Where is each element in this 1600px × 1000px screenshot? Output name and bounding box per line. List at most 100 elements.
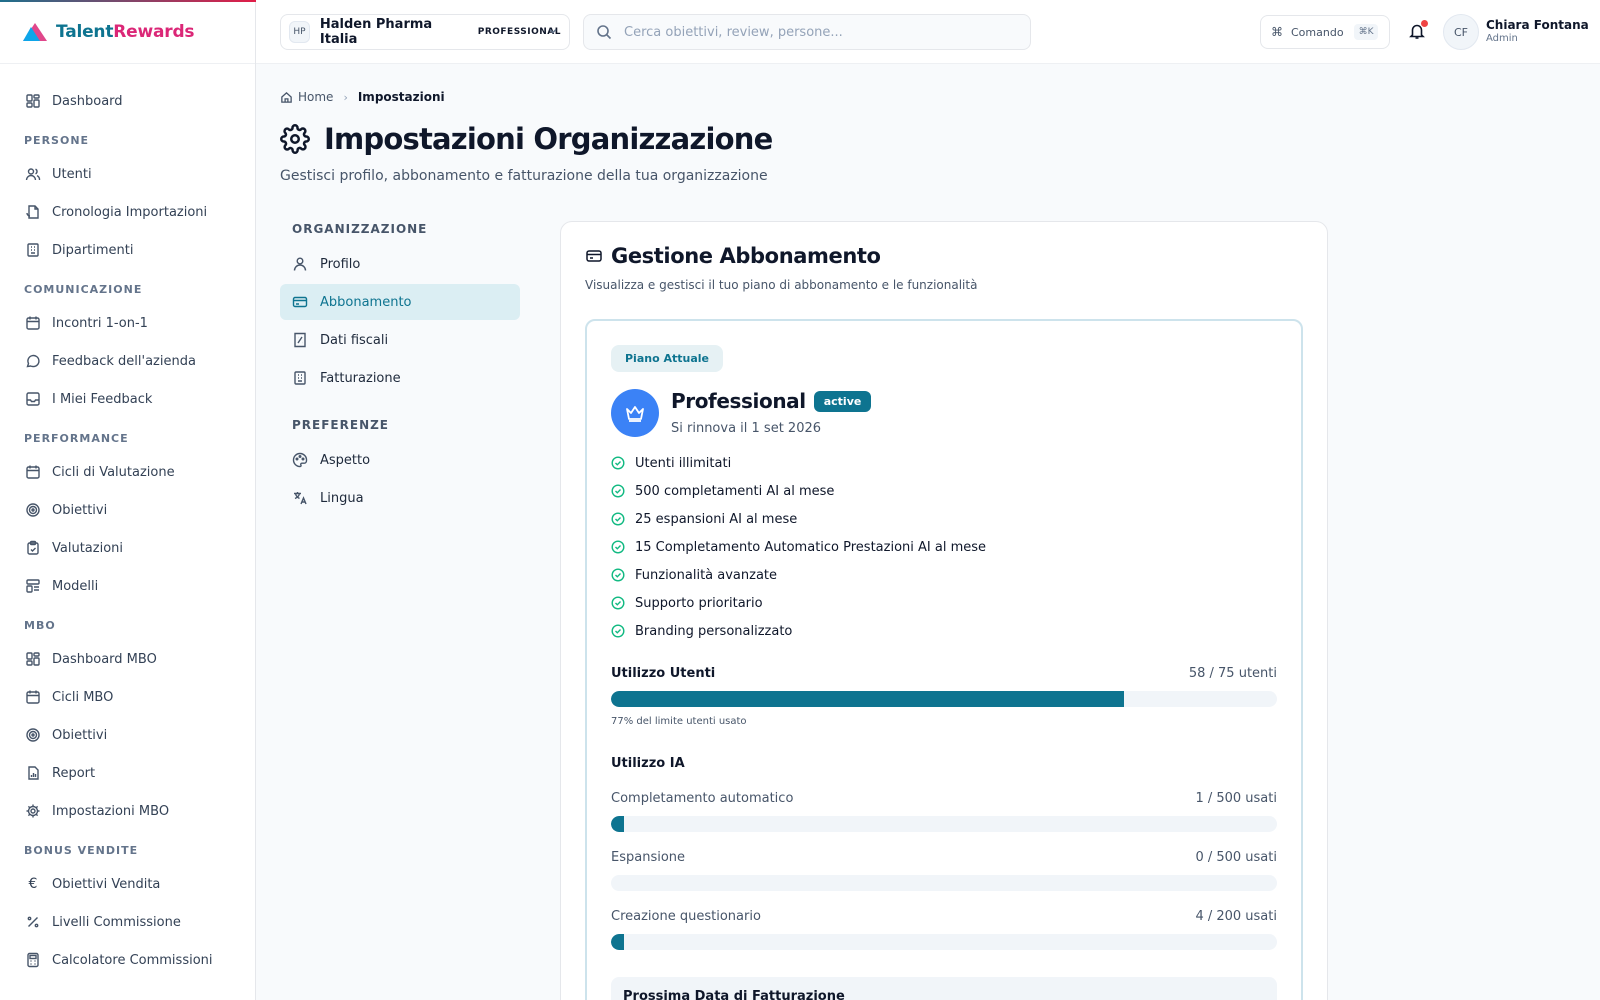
settings-tab-label: Abbonamento: [320, 294, 412, 310]
sidebar-item-impostazioni-mbo[interactable]: Impostazioni MBO: [0, 792, 255, 830]
check-circle-icon: [611, 596, 625, 610]
search-input[interactable]: [624, 24, 1004, 40]
sidebar-item-dashboard[interactable]: Dashboard: [0, 82, 255, 120]
feature-label: Funzionalità avanzate: [635, 567, 778, 583]
sidebar-item-label: Feedback dell'azienda: [52, 353, 196, 369]
calendar-icon: [24, 314, 42, 332]
settings-tab-fatturazione[interactable]: Fatturazione: [280, 360, 520, 396]
command-icon: ⌘: [1271, 25, 1283, 39]
brand-logo[interactable]: Talent Rewards: [0, 0, 255, 64]
credit-card-icon: [292, 294, 308, 310]
feature-label: 15 Completamento Automatico Prestazioni …: [635, 539, 987, 555]
sidebar-section-comunicazione: COMUNICAZIONE: [24, 283, 143, 296]
settings-nav: ORGANIZZAZIONE Profilo Abbonamento Dati fi…: [280, 222, 520, 518]
plan-name: Professional: [671, 389, 806, 413]
user-usage-note: 77% del limite utenti usato: [611, 716, 747, 727]
command-label: Comando: [1291, 25, 1344, 39]
breadcrumb-home[interactable]: Home: [298, 90, 333, 104]
user-menu[interactable]: Chiara Fontana Admin: [1486, 18, 1589, 44]
settings-tab-label: Profilo: [320, 256, 361, 272]
org-name: Halden Pharma Italia: [319, 17, 433, 47]
report-icon: [24, 764, 42, 782]
sidebar-item-label: Modelli: [52, 578, 99, 594]
ai-usage-bar-fill: [611, 816, 625, 832]
sidebar-item-label: Dashboard MBO: [52, 651, 157, 667]
settings-tab-abbonamento[interactable]: Abbonamento: [280, 284, 520, 320]
sidebar-item-cicli-mbo[interactable]: Cicli MBO: [0, 678, 255, 716]
ai-usage-heading: Utilizzo IA: [611, 756, 685, 771]
command-button[interactable]: ⌘ Comando ⌘K: [1260, 15, 1390, 49]
sidebar-item-livelli-commissione[interactable]: Livelli Commissione: [0, 903, 255, 941]
feature-item: Funzionalità avanzate: [611, 561, 986, 589]
brand-name-part2: Rewards: [113, 21, 195, 42]
file-history-icon: [24, 203, 42, 221]
language-icon: [292, 490, 308, 506]
sidebar-item-label: Dipartimenti: [52, 242, 134, 258]
sidebar-item-i-miei-feedback[interactable]: I Miei Feedback: [0, 380, 255, 418]
search-bar[interactable]: [583, 14, 1031, 50]
settings-tab-aspetto[interactable]: Aspetto: [280, 442, 520, 478]
clipboard-check-icon: [24, 539, 42, 557]
page-title-text: Impostazioni Organizzazione: [324, 122, 773, 156]
sidebar-item-label: Incontri 1-on-1: [52, 315, 148, 331]
user-icon: [292, 256, 308, 272]
feature-label: Supporto prioritario: [635, 595, 763, 611]
chevron-down-icon: [549, 28, 557, 34]
sidebar-item-dipartimenti[interactable]: Dipartimenti: [0, 231, 255, 269]
sidebar-item-valutazioni[interactable]: Valutazioni: [0, 529, 255, 567]
palette-icon: [292, 452, 308, 468]
sidebar-item-calcolatore-commissioni[interactable]: Calcolatore Commissioni: [0, 941, 255, 979]
sidebar-section-persone: PERSONE: [24, 134, 90, 147]
settings-tab-lingua[interactable]: Lingua: [280, 480, 520, 516]
settings-tab-label: Aspetto: [320, 452, 371, 468]
settings-tab-dati-fiscali[interactable]: Dati fiscali: [280, 322, 520, 358]
home-icon: [281, 91, 292, 103]
building-icon: [292, 370, 308, 386]
receipt-icon: [292, 332, 308, 348]
ai-usage-row: Espansione 0 / 500 usati: [611, 850, 1277, 865]
crown-icon: [626, 406, 644, 422]
sidebar-item-incontri-1-on-1[interactable]: Incontri 1-on-1: [0, 304, 255, 342]
user-usage-value: 58 / 75 utenti: [1188, 666, 1277, 681]
logo-icon: [23, 22, 47, 41]
settings-tab-profilo[interactable]: Profilo: [280, 246, 520, 282]
check-circle-icon: [611, 484, 625, 498]
users-icon: [24, 165, 42, 183]
sidebar-item-report[interactable]: Report: [0, 754, 255, 792]
breadcrumb-separator-icon: ›: [343, 90, 348, 104]
ai-usage-value: 0 / 500 usati: [1195, 850, 1277, 865]
feature-item: Branding personalizzato: [611, 617, 986, 645]
check-circle-icon: [611, 512, 625, 526]
feature-label: 25 espansioni AI al mese: [635, 511, 798, 527]
sidebar-item-label: Impostazioni MBO: [52, 803, 170, 819]
sidebar-item-obiettivi-vendita[interactable]: € Obiettivi Vendita: [0, 865, 255, 903]
sidebar-section-mbo: MBO: [24, 619, 56, 632]
sidebar-item-obiettivi[interactable]: Obiettivi: [0, 716, 255, 754]
sidebar-item-cronologia-importazioni[interactable]: Cronologia Importazioni: [0, 193, 255, 231]
org-switcher[interactable]: HP Halden Pharma Italia PROFESSIONAL: [280, 14, 570, 50]
notifications-button[interactable]: [1408, 20, 1428, 40]
sidebar-item-modelli[interactable]: Modelli: [0, 567, 255, 605]
breadcrumb-current: Impostazioni: [357, 90, 445, 104]
feature-item: 15 Completamento Automatico Prestazioni …: [611, 533, 986, 561]
ai-usage-label: Completamento automatico: [611, 791, 794, 806]
ai-usage-row: Creazione questionario 4 / 200 usati: [611, 909, 1277, 924]
check-circle-icon: [611, 624, 625, 638]
subscription-card: Gestione Abbonamento Visualizza e gestis…: [560, 221, 1328, 1000]
message-icon: [24, 352, 42, 370]
status-badge: active: [813, 390, 872, 412]
ai-usage-value: 1 / 500 usati: [1195, 791, 1277, 806]
sidebar-item-dashboard-mbo[interactable]: Dashboard MBO: [0, 640, 255, 678]
percent-icon: [24, 913, 42, 931]
user-name: Chiara Fontana: [1486, 18, 1589, 32]
user-avatar[interactable]: CF: [1443, 14, 1479, 50]
sidebar-item-utenti[interactable]: Utenti: [0, 155, 255, 193]
plan-name-row: Professional active: [671, 389, 872, 413]
notification-badge: [1421, 20, 1428, 27]
sidebar-item-obiettivi[interactable]: Obiettivi: [0, 491, 255, 529]
sidebar-item-feedback-dell-azienda[interactable]: Feedback dell'azienda: [0, 342, 255, 380]
sidebar-item-cicli-di-valutazione[interactable]: Cicli di Valutazione: [0, 453, 255, 491]
settings-tab-label: Fatturazione: [320, 370, 401, 386]
feature-item: Utenti illimitati: [611, 449, 986, 477]
sidebar-item-label: I Miei Feedback: [52, 391, 153, 407]
